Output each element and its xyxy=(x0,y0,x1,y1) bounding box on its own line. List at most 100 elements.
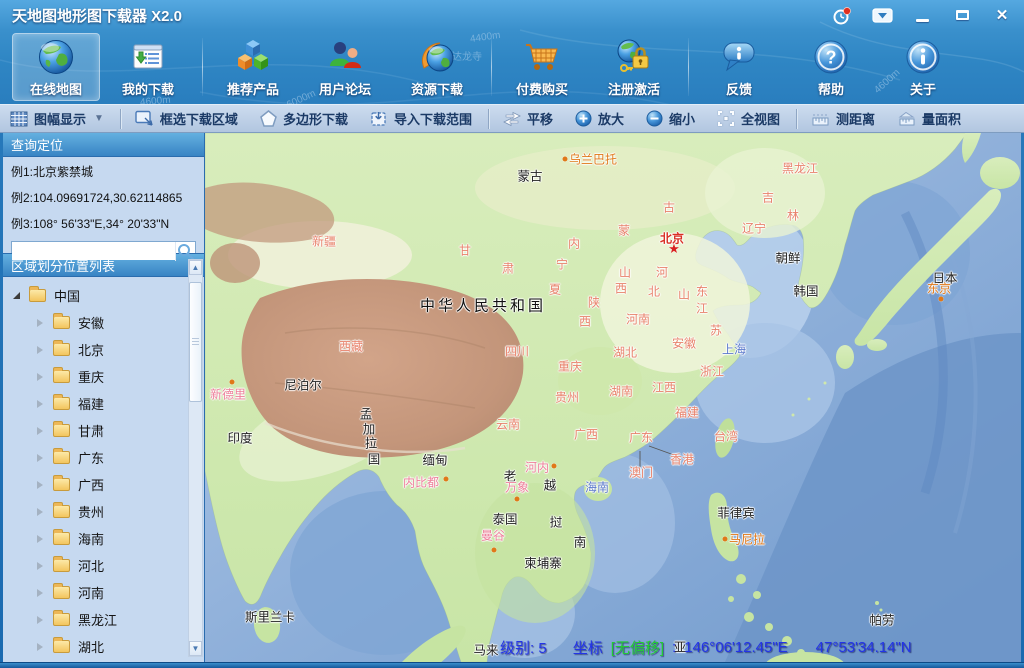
tree-item-安徽[interactable]: 安徽 xyxy=(3,309,204,336)
tool-zoom-out[interactable]: 缩小 xyxy=(646,109,695,128)
folder-icon xyxy=(53,556,70,572)
tree-collapsed-arrow-icon[interactable] xyxy=(37,588,43,597)
lock-globe-icon xyxy=(614,36,654,78)
folder-icon xyxy=(53,367,70,383)
toolbar-about-button[interactable]: 关于 xyxy=(879,33,967,101)
region-tree: 中国 安徽 北京 重庆 福建 甘肃 广东 广西 贵州 海南河北河南 黑龙江 湖北 xyxy=(3,277,204,662)
tree-collapsed-arrow-icon[interactable] xyxy=(37,561,43,570)
map-label: 斯里兰卡 xyxy=(244,610,296,625)
map-label: 帕劳 xyxy=(869,613,895,628)
tree-item-黑龙江[interactable]: 黑龙江 xyxy=(3,606,204,633)
tool-full-extent[interactable]: 全视图 xyxy=(717,109,780,128)
tool-label: 测距离 xyxy=(836,112,876,127)
map-label: 黑龙江 xyxy=(781,161,819,176)
toolbar-register-activate-button[interactable]: 注册激活 xyxy=(590,33,678,101)
minimize-button[interactable] xyxy=(910,4,934,26)
map-label: 重庆 xyxy=(557,359,583,374)
map-label: 缅甸 xyxy=(422,453,448,468)
map-label: 甘 xyxy=(458,243,472,258)
map-label: 苏 xyxy=(709,323,723,338)
tree-collapsed-arrow-icon[interactable] xyxy=(37,480,43,489)
toolbar-help-button[interactable]: ? 帮助 xyxy=(787,33,875,101)
search-example-3: 例3:108° 56'33"E,34° 20'33"N xyxy=(11,217,170,231)
pentagon-icon xyxy=(260,110,277,127)
tree-collapsed-arrow-icon[interactable] xyxy=(37,534,43,543)
window-bottom-border xyxy=(0,662,1024,668)
pan-arrows-icon xyxy=(503,111,521,127)
map-label: 马尼拉 xyxy=(728,532,766,547)
map-label: 陕 xyxy=(587,295,601,310)
shopping-cart-icon xyxy=(522,36,562,78)
tree-collapsed-arrow-icon[interactable] xyxy=(37,507,43,516)
toolbar-my-downloads-button[interactable]: 我的下载 xyxy=(104,33,192,101)
toolbar-button-label: 在线地图 xyxy=(29,82,82,97)
map-viewport[interactable]: 蒙古 乌兰巴托 黑龙江吉林辽宁 新疆甘肃内蒙古宁夏陕西山西河北山东江苏河南 安徽 上海 湖北… xyxy=(205,133,1021,662)
grid-icon xyxy=(10,111,28,127)
close-icon: ✕ xyxy=(995,7,1009,24)
toolbar-online-map-button[interactable]: 在线地图 xyxy=(12,33,100,101)
tree-item-北京[interactable]: 北京 xyxy=(3,336,204,363)
tree-item-河南[interactable]: 河南 xyxy=(3,579,204,606)
tool-map-sheet-display[interactable]: 图幅显示 ▼ xyxy=(10,109,104,128)
tree-collapsed-arrow-icon[interactable] xyxy=(37,426,43,435)
toolbar-feedback-button[interactable]: 反馈 xyxy=(695,33,783,101)
close-button[interactable]: ✕ xyxy=(990,4,1014,26)
tool-measure-distance[interactable]: 测距离 xyxy=(811,109,875,128)
tool-import-download-range[interactable]: 导入下载范围 xyxy=(370,109,472,128)
tree-expanded-arrow-icon[interactable] xyxy=(13,292,20,299)
map-label: 古 xyxy=(662,200,676,215)
tree-item-福建[interactable]: 福建 xyxy=(3,390,204,417)
minimize-to-tray-button[interactable] xyxy=(870,4,894,26)
tree-collapsed-arrow-icon[interactable] xyxy=(37,615,43,624)
map-label: 泰国 xyxy=(492,512,518,527)
users-icon xyxy=(325,36,365,78)
tree-item-河北[interactable]: 河北 xyxy=(3,552,204,579)
tree-collapsed-arrow-icon[interactable] xyxy=(37,318,43,327)
tree-item-甘肃[interactable]: 甘肃 xyxy=(3,417,204,444)
tree-item-广东[interactable]: 广东 xyxy=(3,444,204,471)
titlebar[interactable]: 天地图地形图下载器 X2.0 ✕ xyxy=(0,0,1024,30)
tree-collapsed-arrow-icon[interactable] xyxy=(37,372,43,381)
tool-measure-area[interactable]: 量面积 xyxy=(897,109,961,128)
scroll-down-button[interactable]: ▼ xyxy=(189,641,202,656)
tool-zoom-in[interactable]: 放大 xyxy=(575,109,624,128)
tree-item-label: 河北 xyxy=(78,559,105,574)
chevron-down-icon[interactable]: ▼ xyxy=(94,113,104,124)
tool-box-select-download[interactable]: 框选下载区域 xyxy=(135,109,238,128)
tree-collapsed-arrow-icon[interactable] xyxy=(37,345,43,354)
tool-polygon-download[interactable]: 多边形下载 xyxy=(260,109,348,128)
folder-icon xyxy=(53,583,70,599)
map-label: 新德里 xyxy=(209,387,247,402)
toolbar-resource-download-button[interactable]: 资源下载 xyxy=(393,33,481,101)
map-label: 台湾 xyxy=(713,429,739,444)
globe-icon xyxy=(36,36,76,78)
tree-item-海南[interactable]: 海南 xyxy=(3,525,204,552)
map-label: 河南 xyxy=(625,312,651,327)
status-level: 级别: 5 xyxy=(500,640,547,657)
scroll-up-button[interactable]: ▲ xyxy=(189,260,202,275)
toolbar-paid-purchase-button[interactable]: 付费购买 xyxy=(498,33,586,101)
ruler-icon xyxy=(811,111,830,127)
toolbar-user-forum-button[interactable]: 用户论坛 xyxy=(301,33,389,101)
app-window: 4400m 达龙寺 4600m 6000m 4600m 天地图地形图下载器 X2.0 ✕… xyxy=(0,0,1024,668)
folder-icon xyxy=(53,502,70,518)
tree-collapsed-arrow-icon[interactable] xyxy=(37,453,43,462)
tool-label: 放大 xyxy=(597,112,624,127)
tree-item-贵州[interactable]: 贵州 xyxy=(3,498,204,525)
info-icon xyxy=(903,36,943,78)
tree-item-中国[interactable]: 中国 xyxy=(3,282,204,309)
notification-icon[interactable] xyxy=(830,4,854,26)
tool-pan[interactable]: 平移 xyxy=(503,109,553,128)
scrollbar-thumb[interactable] xyxy=(189,282,202,402)
tree-collapsed-arrow-icon[interactable] xyxy=(37,642,43,651)
toolbar-button-label: 用户论坛 xyxy=(318,82,371,97)
tree-item-重庆[interactable]: 重庆 xyxy=(3,363,204,390)
maximize-button[interactable] xyxy=(950,4,974,26)
tree-item-湖北[interactable]: 湖北 xyxy=(3,633,204,660)
tree-item-广西[interactable]: 广西 xyxy=(3,471,204,498)
tree-scrollbar[interactable]: ▲ ▼ xyxy=(188,259,203,657)
toolbar-button-label: 我的下载 xyxy=(121,82,174,97)
toolbar-recommended-products-button[interactable]: 推荐产品 xyxy=(209,33,297,101)
status-offset: [无偏移] xyxy=(610,640,665,657)
tree-collapsed-arrow-icon[interactable] xyxy=(37,399,43,408)
